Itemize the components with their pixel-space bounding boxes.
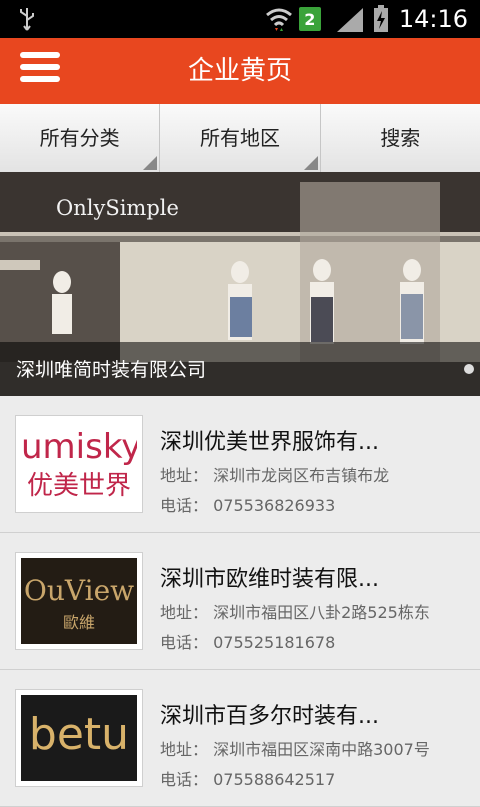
logo-chinese-text: 优美世界	[26, 471, 131, 501]
phone-value: 075525181678	[213, 633, 336, 652]
company-name: 深圳市百多尔时装有...	[160, 704, 379, 729]
battery-charging-icon	[373, 5, 388, 32]
company-phone: 电话： 075525181678	[160, 629, 335, 653]
wifi-icon	[265, 8, 292, 31]
signal-icon	[336, 8, 363, 32]
company-logo: OuView 歐維	[16, 553, 142, 649]
phone-label: 电话：	[160, 633, 209, 652]
carousel-dot[interactable]	[464, 364, 474, 374]
address-value: 深圳市福田区深南中路3007号	[213, 740, 430, 759]
logo-chinese-text: 歐維	[62, 613, 95, 632]
company-logo: betu	[16, 690, 142, 786]
tab-label: 所有分类	[39, 126, 120, 150]
tab-search[interactable]: 搜索	[321, 104, 480, 172]
phone-value: 075588642517	[213, 770, 336, 789]
featured-banner[interactable]: OnlySimple 深圳唯简时装有限公司	[0, 172, 480, 396]
logo-latin-text: umisky	[21, 427, 137, 467]
list-item[interactable]: betu 深圳市百多尔时装有... 地址： 深圳市福田区深南中路3007号 电话…	[0, 670, 480, 807]
list-item[interactable]: OuView 歐維 深圳市欧维时装有限... 地址： 深圳市福田区八卦2路525…	[0, 533, 480, 670]
tab-label: 所有地区	[199, 126, 280, 150]
status-bar: 2 14:16	[0, 0, 480, 38]
company-address: 地址： 深圳市龙岗区布吉镇布龙	[160, 462, 389, 486]
dropdown-corner-icon	[303, 156, 318, 170]
hamburger-icon[interactable]	[20, 52, 60, 90]
tab-all-categories[interactable]: 所有分类	[0, 104, 161, 172]
phone-label: 电话：	[160, 770, 209, 789]
sim-slot-icon: 2	[298, 7, 321, 31]
tab-all-regions[interactable]: 所有地区	[160, 104, 321, 172]
banner-caption: 深圳唯简时装有限公司	[16, 359, 207, 381]
filter-tabs: 所有分类 所有地区 搜索	[0, 104, 480, 173]
company-name: 深圳市欧维时装有限...	[160, 567, 379, 592]
company-phone: 电话： 075588642517	[160, 766, 335, 790]
phone-label: 电话：	[160, 496, 209, 515]
company-logo: umisky 优美世界	[16, 416, 142, 512]
logo-latin-text: OuView	[23, 574, 135, 607]
address-value: 深圳市龙岗区布吉镇布龙	[213, 466, 390, 485]
tab-label: 搜索	[380, 126, 421, 150]
clock: 14:16	[398, 5, 468, 33]
phone-value: 075536826933	[213, 496, 336, 515]
address-value: 深圳市福田区八卦2路525栋东	[213, 603, 430, 622]
dropdown-corner-icon	[143, 156, 158, 170]
company-name: 深圳优美世界服饰有...	[160, 430, 379, 455]
company-list: umisky 优美世界 深圳优美世界服饰有... 地址： 深圳市龙岗区布吉镇布龙…	[0, 396, 480, 807]
logo-latin-text: betu	[28, 709, 130, 760]
address-label: 地址：	[160, 466, 209, 485]
usb-icon	[20, 8, 34, 31]
list-item[interactable]: umisky 优美世界 深圳优美世界服饰有... 地址： 深圳市龙岗区布吉镇布龙…	[0, 396, 480, 533]
company-phone: 电话： 075536826933	[160, 492, 335, 516]
address-label: 地址：	[160, 740, 209, 759]
page-title: 企业黄页	[187, 56, 292, 86]
address-label: 地址：	[160, 603, 209, 622]
storefront-sign: OnlySimple	[56, 196, 179, 220]
company-address: 地址： 深圳市福田区深南中路3007号	[160, 736, 430, 760]
company-address: 地址： 深圳市福田区八卦2路525栋东	[160, 599, 430, 623]
app-header: 企业黄页	[0, 38, 480, 104]
